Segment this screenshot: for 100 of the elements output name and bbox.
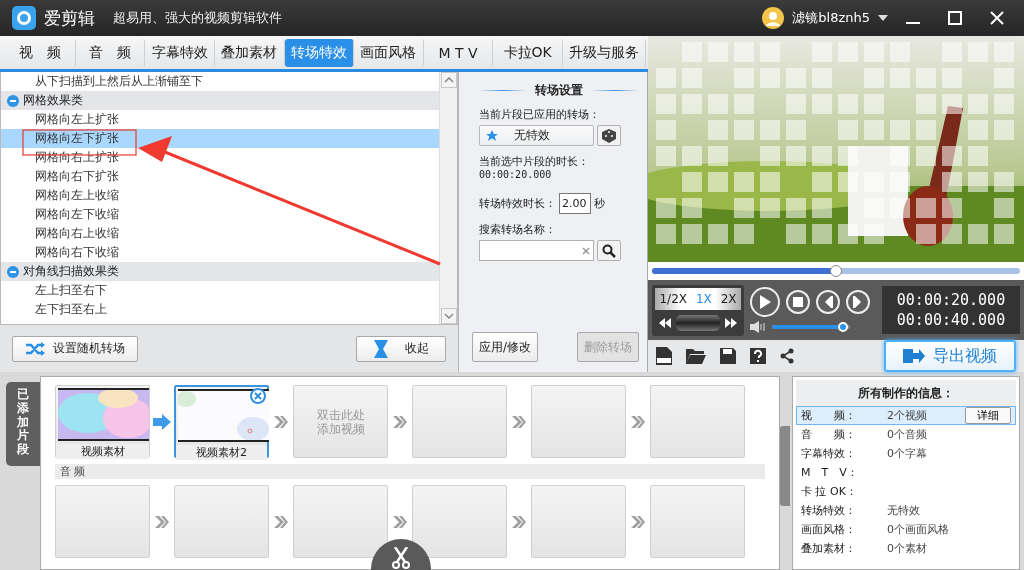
arrow-right-icon: [153, 413, 171, 430]
tab[interactable]: M T V: [423, 38, 494, 67]
stop-icon: [793, 297, 803, 307]
info-row[interactable]: 音 频： 0个音频: [796, 425, 1016, 444]
clear-icon[interactable]: [582, 246, 590, 255]
info-label: 画面风格：: [801, 522, 857, 537]
search-field[interactable]: [479, 240, 594, 261]
info-value: 0个素材: [887, 541, 927, 556]
total-time: 00:00:40.000: [896, 310, 1006, 330]
info-row[interactable]: 字幕特效： 0个字幕: [796, 444, 1016, 463]
next-frame-button[interactable]: [846, 290, 870, 314]
info-label: 卡 拉 OK：: [801, 484, 858, 499]
info-value: 无特效: [887, 503, 920, 518]
duration-input[interactable]: 2.00: [559, 193, 591, 214]
group-header[interactable]: 网格效果类: [1, 91, 439, 110]
previous-frame-button[interactable]: [816, 290, 840, 314]
double-chevron-icon: [392, 414, 408, 429]
speed-option[interactable]: 2X: [720, 291, 737, 306]
progress-track[interactable]: [652, 268, 1020, 274]
unit-label: 秒: [594, 196, 605, 211]
hourglass-icon: [373, 339, 388, 358]
field-label: 当前选中片段的时长：: [479, 154, 590, 169]
double-chevron-icon: [511, 514, 527, 529]
random-transition-button[interactable]: 设置随机转场: [12, 335, 138, 362]
tab[interactable]: 画面风格: [354, 38, 424, 67]
play-button[interactable]: [750, 287, 780, 317]
apply-button[interactable]: 应用/修改: [472, 332, 539, 362]
group-header[interactable]: 对角线扫描效果类: [1, 262, 439, 281]
volume-thumb[interactable]: [837, 322, 848, 332]
rewind-icon[interactable]: [659, 317, 671, 328]
double-chevron-icon: [273, 514, 289, 529]
empty-slot[interactable]: [293, 485, 388, 558]
scroll-up-icon[interactable]: [440, 72, 457, 88]
dice-button[interactable]: [597, 125, 621, 146]
search-button[interactable]: [597, 240, 621, 261]
info-row[interactable]: 视 频： 2个视频 详细: [796, 406, 1016, 425]
fast-forward-icon[interactable]: [725, 317, 737, 328]
caret-icon[interactable]: [878, 15, 888, 21]
video-clip[interactable]: 视频素材: [55, 385, 150, 458]
info-value: 0个音频: [887, 427, 927, 442]
empty-slot[interactable]: [412, 485, 507, 558]
tab[interactable]: 卡拉OK: [493, 38, 563, 67]
volume-icon[interactable]: [750, 321, 766, 333]
minimize-icon: [906, 22, 920, 24]
progress-thumb[interactable]: [830, 265, 842, 277]
stop-button[interactable]: [786, 290, 810, 314]
app-name: 爱剪辑: [44, 6, 95, 30]
collapse-icon[interactable]: [7, 265, 19, 278]
clip-label: 视频素材: [56, 444, 149, 459]
save-icon[interactable]: [720, 348, 736, 364]
video-clip[interactable]: 视频素材2: [174, 385, 269, 458]
app-slogan: 超易用、强大的视频剪辑软件: [113, 9, 282, 27]
info-row[interactable]: M T V：: [796, 463, 1016, 482]
scissors-icon: [391, 547, 411, 569]
maximize-icon: [948, 11, 962, 25]
settings-title: 转场设置: [535, 82, 583, 99]
added-clips-tab[interactable]: 已添加片段: [6, 382, 40, 466]
collapse-button[interactable]: 收起: [356, 335, 446, 362]
share-icon[interactable]: [780, 348, 794, 364]
user-name[interactable]: 滤镜bl8znh5: [792, 9, 870, 27]
tab[interactable]: 叠加素材: [214, 38, 285, 67]
info-value: 2个视频: [887, 408, 927, 423]
effect-item[interactable]: 网格向左下扩张: [1, 129, 439, 148]
info-value: 0个画面风格: [887, 522, 949, 537]
info-value: 0个字幕: [887, 446, 927, 461]
group-label: 网格效果类: [23, 92, 83, 109]
tab[interactable]: 升级与服务: [563, 38, 646, 67]
speed-option[interactable]: 1X: [695, 291, 712, 306]
panel-toggle-handle[interactable]: [780, 426, 790, 506]
add-video-hint: 双击此处添加视频: [315, 407, 366, 436]
export-video-button[interactable]: 导出视频: [884, 340, 1016, 372]
shuffle-icon: [25, 341, 45, 356]
folder-icon[interactable]: [686, 348, 706, 364]
remove-icon[interactable]: [250, 388, 266, 404]
new-file-icon[interactable]: [656, 347, 672, 365]
info-row[interactable]: 画面风格： 0个画面风格: [796, 520, 1016, 539]
close-icon: [990, 11, 1004, 25]
current-time: 00:00:20.000: [896, 290, 1006, 310]
collapse-icon[interactable]: [7, 94, 19, 107]
field-label: 转场特效时长：: [479, 196, 556, 211]
step-forward-icon: [852, 296, 864, 308]
jog-wheel[interactable]: [676, 314, 720, 331]
double-chevron-icon: [392, 514, 408, 529]
details-button[interactable]: 详细: [965, 407, 1011, 424]
avatar-icon[interactable]: [762, 7, 785, 29]
scroll-down-icon[interactable]: [440, 308, 457, 324]
dice-icon: [602, 128, 616, 143]
tab[interactable]: 字幕特效: [145, 38, 215, 67]
help-icon[interactable]: [750, 348, 766, 364]
info-row[interactable]: 叠加素材： 0个素材: [796, 539, 1016, 558]
applied-transition-field: 无特效: [479, 125, 594, 146]
speed-option[interactable]: 1/2X: [659, 291, 687, 306]
info-title: 所有制作的信息：: [796, 380, 1016, 406]
tab[interactable]: 音 频: [75, 38, 146, 67]
star-icon: [486, 129, 498, 142]
info-row[interactable]: 卡 拉 OK：: [796, 482, 1016, 501]
info-label: M T V：: [801, 465, 859, 480]
tab[interactable]: 视 频: [6, 38, 76, 67]
double-chevron-icon: [273, 414, 289, 429]
info-row[interactable]: 转场特效： 无特效: [796, 501, 1016, 520]
